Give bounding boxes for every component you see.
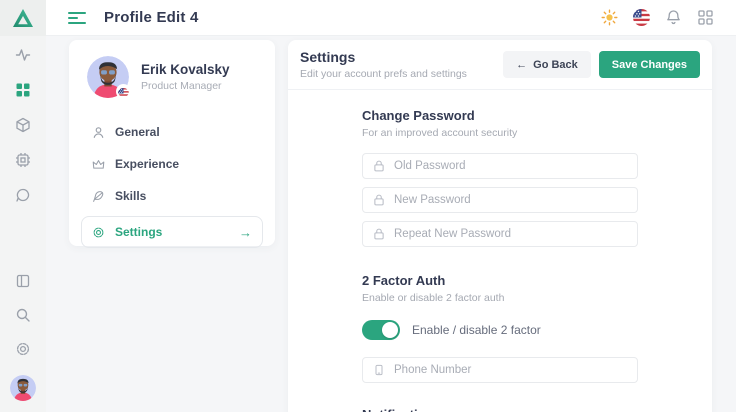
rail-top-nav [15,36,31,203]
section-title: Notifications [362,407,638,412]
dashboard-grid-icon[interactable] [15,82,31,98]
lock-icon [373,160,385,172]
go-back-label: Go Back [533,59,578,71]
two-factor-section: 2 Factor Auth Enable or disable 2 factor… [362,273,638,383]
menu-item-label: Settings [115,225,162,239]
cpu-icon[interactable] [15,152,31,168]
repeat-password-input[interactable] [394,228,627,240]
app-logo[interactable] [0,0,46,36]
layout-icon[interactable] [15,273,31,289]
sun-icon[interactable] [601,9,618,26]
user-icon [92,126,105,139]
chat-icon[interactable] [15,187,31,203]
two-factor-toggle[interactable] [362,320,400,340]
menu-item-label: General [115,125,160,139]
user-avatar[interactable] [10,375,36,401]
menu-item-general[interactable]: General [81,116,263,148]
phone-number-field[interactable] [362,357,638,383]
settings-header: Settings Edit your account prefs and set… [288,40,712,90]
top-header: Profile Edit 4 [46,0,736,36]
settings-form: Change Password For an improved account … [362,108,638,412]
lock-icon [373,228,385,240]
page-title: Profile Edit 4 [104,9,199,26]
profile-summary: Erik Kovalsky Product Manager [69,40,275,110]
page-content: Erik Kovalsky Product Manager General Ex… [46,36,736,412]
gear-icon [92,226,105,239]
header-actions [601,9,714,26]
new-password-field[interactable] [362,187,638,213]
apps-grid-icon[interactable] [697,9,714,26]
icon-sidebar [0,0,46,412]
two-factor-toggle-row: Enable / disable 2 factor [362,320,638,340]
phone-number-input[interactable] [394,364,627,376]
arrow-right-icon: → [239,226,252,239]
arrow-left-icon: ← [516,59,527,71]
settings-subtitle: Edit your account prefs and settings [300,68,467,80]
search-icon[interactable] [15,307,31,323]
save-changes-button[interactable]: Save Changes [599,51,700,78]
smartphone-icon [373,364,385,376]
country-flag-badge [116,84,131,99]
logo-triangle-icon [12,8,34,28]
toggle-label: Enable / disable 2 factor [412,323,541,337]
bell-icon[interactable] [665,9,682,26]
activity-icon[interactable] [15,47,31,63]
package-icon[interactable] [15,117,31,133]
settings-actions: ← Go Back Save Changes [503,51,700,78]
old-password-field[interactable] [362,153,638,179]
menu-item-skills[interactable]: Skills [81,180,263,212]
profile-avatar [87,56,129,98]
lock-icon [373,194,385,206]
password-fields [362,153,638,247]
gear-icon[interactable] [15,341,31,357]
profile-identity: Erik Kovalsky Product Manager [141,62,230,92]
crown-icon [92,158,105,171]
menu-item-label: Skills [115,189,146,203]
settings-panel: Settings Edit your account prefs and set… [288,40,712,412]
section-subtitle: For an improved account security [362,127,638,139]
profile-card: Erik Kovalsky Product Manager General Ex… [69,40,275,246]
profile-name: Erik Kovalsky [141,62,230,77]
menu-item-experience[interactable]: Experience [81,148,263,180]
settings-title: Settings [300,49,467,65]
menu-toggle-icon[interactable] [68,12,86,24]
section-title: 2 Factor Auth [362,273,638,288]
section-title: Change Password [362,108,638,123]
section-subtitle: Enable or disable 2 factor auth [362,292,638,304]
toggle-knob [382,322,398,338]
avatar-illustration [10,375,36,401]
rail-bottom-nav [10,273,36,412]
repeat-password-field[interactable] [362,221,638,247]
menu-item-settings[interactable]: Settings → [81,216,263,248]
new-password-input[interactable] [394,194,627,206]
profile-role: Product Manager [141,80,230,92]
us-flag-icon[interactable] [633,9,650,26]
menu-item-label: Experience [115,157,179,171]
old-password-input[interactable] [394,160,627,172]
settings-heading: Settings Edit your account prefs and set… [300,49,467,80]
go-back-button[interactable]: ← Go Back [503,51,591,78]
profile-menu: General Experience Skills Settings → [69,110,275,248]
feather-icon [92,190,105,203]
notifications-section: Notifications Configure how you receive … [362,407,638,412]
change-password-section: Change Password For an improved account … [362,108,638,247]
